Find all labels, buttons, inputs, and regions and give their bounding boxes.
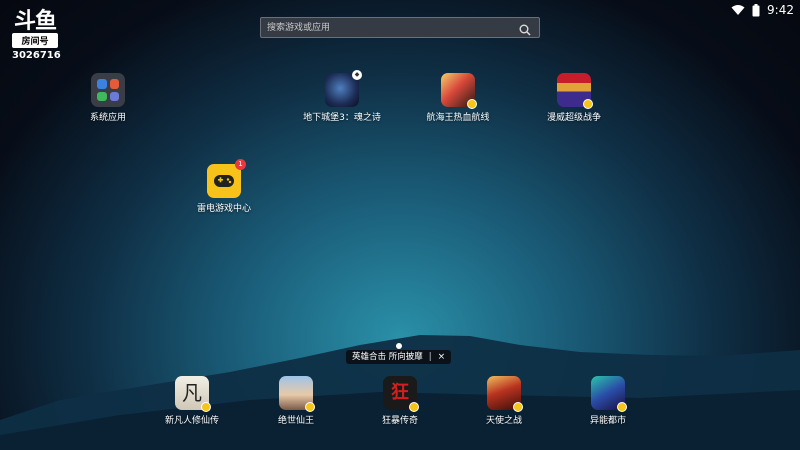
toast-text: 英雄合击 所向披靡 — [352, 352, 423, 362]
notification-dot-icon: ◆ — [352, 70, 362, 80]
dock-app-jueshi[interactable]: 绝世仙王 — [241, 376, 351, 426]
battery-icon — [752, 3, 760, 17]
toast-divider: | — [428, 352, 432, 362]
fanren-glyph: 凡 — [182, 381, 202, 405]
dock-app-fanren[interactable]: 凡 新凡人修仙传 — [137, 376, 247, 426]
app-label: 雷电游戏中心 — [196, 204, 251, 214]
dungeon-castle-game-icon: ◆ — [325, 70, 362, 107]
app-label: 航海王热血航线 — [426, 113, 490, 123]
app-system-apps[interactable]: 系统应用 — [53, 73, 163, 123]
close-icon[interactable]: × — [438, 350, 446, 364]
app-label: 新凡人修仙传 — [164, 416, 219, 426]
dock-app-angel-war[interactable]: 天使之战 — [449, 376, 559, 426]
jueshi-game-icon — [279, 376, 315, 412]
kuangbao-glyph: 狂 — [391, 382, 409, 403]
system-apps-folder-icon — [91, 73, 125, 107]
notification-badge: 1 — [235, 159, 246, 170]
one-piece-game-icon — [441, 73, 477, 109]
app-label: 天使之战 — [485, 416, 522, 426]
app-label: 狂暴传奇 — [381, 416, 418, 426]
app-leidian-game-center[interactable]: 1 雷电游戏中心 — [169, 159, 279, 214]
search-input[interactable] — [267, 20, 507, 35]
play-badge-icon — [467, 99, 477, 109]
play-badge-icon — [201, 402, 211, 412]
app-dungeon-castle[interactable]: ◆ 地下城堡3：魂之诗 — [287, 70, 397, 123]
app-label: 异能都市 — [589, 416, 626, 426]
app-label: 绝世仙王 — [277, 416, 314, 426]
clock: 9:42 — [767, 3, 794, 17]
douyu-logo: 斗鱼 — [13, 8, 57, 34]
app-marvel-super-war[interactable]: 漫威超级战争 — [519, 73, 629, 123]
dock-app-kuangbao[interactable]: 狂 狂暴传奇 — [345, 376, 455, 426]
room-label: 房间号 — [12, 33, 58, 48]
yineng-game-icon — [591, 376, 627, 412]
fanren-game-icon: 凡 — [175, 376, 211, 412]
ad-toast[interactable]: 英雄合击 所向披靡 | × — [346, 350, 452, 364]
room-number: 3026716 — [12, 50, 61, 61]
app-one-piece[interactable]: 航海王热血航线 — [403, 73, 513, 123]
douyu-watermark: 斗鱼 房间号 3026716 — [12, 8, 61, 61]
search-icon[interactable] — [519, 21, 531, 40]
app-label: 漫威超级战争 — [546, 113, 601, 123]
play-badge-icon — [583, 99, 593, 109]
play-badge-icon — [305, 402, 315, 412]
page-indicator-dot[interactable] — [396, 343, 402, 349]
kuangbao-game-icon: 狂 — [383, 376, 419, 412]
play-badge-icon — [617, 402, 627, 412]
app-label: 系统应用 — [89, 113, 126, 123]
app-label: 地下城堡3：魂之诗 — [303, 113, 381, 123]
gamepad-icon: 1 — [207, 159, 246, 198]
play-badge-icon — [409, 402, 419, 412]
marvel-super-war-game-icon — [557, 73, 593, 109]
dock-app-yineng[interactable]: 异能都市 — [553, 376, 663, 426]
search-bar[interactable] — [260, 17, 540, 38]
angel-war-game-icon — [487, 376, 523, 412]
play-badge-icon — [513, 402, 523, 412]
status-bar: 9:42 — [731, 2, 794, 18]
wifi-icon — [731, 4, 745, 16]
